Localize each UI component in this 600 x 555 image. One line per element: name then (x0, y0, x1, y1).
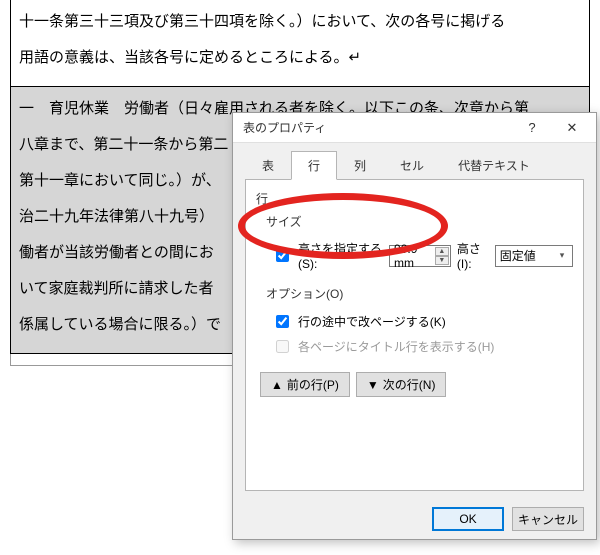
doc-text: 用語の意義は、当該各号に定めるところによる。↵ (19, 40, 581, 76)
allow-break-label: 行の途中で改ページする(K) (298, 313, 446, 330)
spinner-down-icon[interactable]: ▼ (435, 256, 449, 265)
height-value: 90.9 mm (394, 242, 432, 270)
help-button[interactable]: ? (512, 114, 552, 142)
tab-column[interactable]: 列 (337, 151, 383, 180)
height-basis-label: 高さ(I): (457, 240, 489, 271)
repeat-header-row: 各ページにタイトル行を表示する(H) (272, 337, 573, 356)
prev-row-button[interactable]: ▲ 前の行(P) (260, 372, 350, 397)
triangle-down-icon: ▼ (367, 378, 379, 392)
ok-button[interactable]: OK (432, 507, 504, 531)
height-spinner[interactable]: ▲ ▼ (435, 247, 449, 265)
allow-break-row: 行の途中で改ページする(K) (272, 312, 573, 331)
tab-cell[interactable]: セル (383, 151, 441, 180)
repeat-header-label: 各ページにタイトル行を表示する(H) (298, 338, 494, 355)
doc-text: 十一条第三十三項及び第三十四項を除く。）において、次の各号に掲げる (19, 4, 581, 40)
specify-height-checkbox[interactable] (276, 249, 289, 262)
close-icon: ✕ (567, 120, 578, 136)
cancel-button[interactable]: キャンセル (512, 507, 584, 531)
tab-row[interactable]: 行 (291, 151, 337, 180)
dialog-titlebar[interactable]: 表のプロパティ ? ✕ (233, 113, 596, 143)
specify-height-label: 高さを指定する(S): (298, 240, 383, 271)
spinner-up-icon[interactable]: ▲ (435, 247, 449, 256)
options-block: 行の途中で改ページする(K) 各ページにタイトル行を表示する(H) (272, 312, 573, 356)
size-label: サイズ (266, 213, 573, 230)
allow-break-checkbox[interactable] (276, 315, 289, 328)
document-cell-1: 十一条第三十三項及び第三十四項を除く。）において、次の各号に掲げる 用語の意義は… (10, 0, 590, 87)
dialog-title: 表のプロパティ (243, 119, 512, 136)
row-nav-buttons: ▲ 前の行(P) ▼ 次の行(N) (260, 372, 573, 397)
row-section-header: 行 (256, 190, 573, 207)
prev-row-label: 前の行(P) (287, 376, 339, 393)
height-input[interactable]: 90.9 mm ▲ ▼ (389, 245, 451, 267)
tab-alt-text[interactable]: 代替テキスト (441, 151, 547, 180)
tab-table[interactable]: 表 (245, 151, 291, 180)
tab-strip: 表 行 列 セル 代替テキスト (233, 143, 596, 180)
dialog-footer: OK キャンセル (233, 499, 596, 539)
triangle-up-icon: ▲ (271, 378, 283, 392)
help-icon: ? (528, 120, 535, 135)
chevron-down-icon: ▾ (554, 247, 570, 265)
table-properties-dialog: 表のプロパティ ? ✕ 表 行 列 セル 代替テキスト 行 サイズ 高さを指定す… (232, 112, 597, 540)
height-row: 高さを指定する(S): 90.9 mm ▲ ▼ 高さ(I): 固定値 ▾ (272, 240, 573, 271)
next-row-button[interactable]: ▼ 次の行(N) (356, 372, 447, 397)
height-basis-value: 固定値 (500, 247, 536, 264)
close-button[interactable]: ✕ (552, 114, 592, 142)
repeat-header-checkbox (276, 340, 289, 353)
tab-body-row: 行 サイズ 高さを指定する(S): 90.9 mm ▲ ▼ 高さ(I): 固定値… (245, 179, 584, 491)
options-label: オプション(O) (266, 285, 573, 302)
next-row-label: 次の行(N) (383, 376, 436, 393)
height-basis-select[interactable]: 固定値 ▾ (495, 245, 573, 267)
